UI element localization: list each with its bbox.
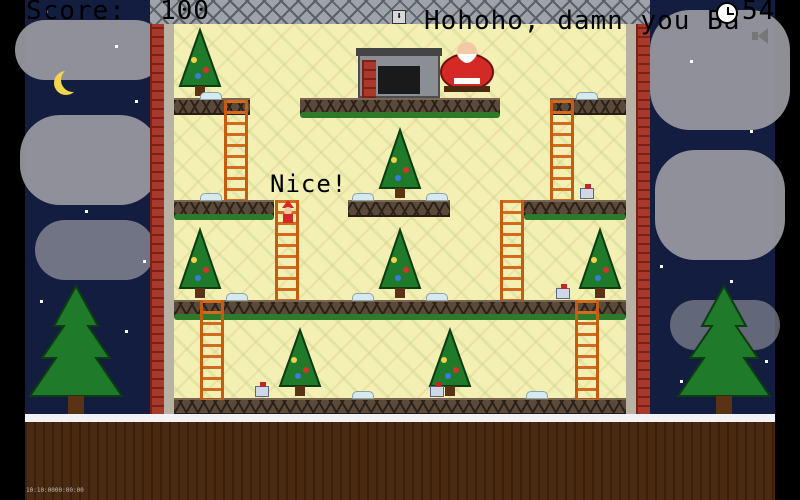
snow-pile [226,293,248,301]
floor-girder-2-mid [348,200,450,217]
crescent-moon-icon [61,68,85,92]
score-value: 100 [160,0,210,26]
christmas-tree [378,226,422,298]
snow-pile [352,193,374,201]
gift-box [255,382,269,397]
cloud [655,150,785,260]
snow-pile [200,193,222,201]
snow-pile [352,391,374,399]
large-pine-tree-left [28,283,124,414]
timer-value: 54 [742,0,776,26]
santa-boss [440,42,494,92]
boss-taunt-message: Hohoho, damn you Ba [424,6,741,36]
large-pine-tree-right [676,283,772,414]
corner-debug-text: 10:10:0000:00:00 [26,487,84,494]
ladder [575,300,599,400]
stone-pillar-left [164,22,174,416]
clock-icon [716,2,738,24]
gift-box [580,184,594,199]
floor-girder-ground [174,398,626,415]
snow-pile [576,92,598,100]
snow-pile [200,92,222,100]
christmas-tree [178,27,222,96]
score-popup-text: Nice! [270,170,348,198]
garland [174,314,626,320]
gift-box [430,382,444,397]
fireplace-chimney [362,60,376,98]
game-stage[interactable]: Nice! Score: 100 ⬇ Hohoho, damn you Ba 5… [0,0,800,500]
ladder [224,100,248,200]
brick-pillar-left [150,22,164,416]
cloud [15,20,165,80]
cloud [20,115,160,205]
gift-box [556,284,570,299]
stone-pillar-right [626,22,636,416]
garland [524,214,626,220]
player-elf [282,200,294,223]
snow-pile [526,391,548,399]
snow-pile [352,293,374,301]
ladder [550,100,574,200]
ladder [200,300,224,400]
speaker-icon[interactable] [752,28,770,44]
brick-pillar-right [636,22,650,416]
christmas-tree [378,126,422,198]
garland [300,112,500,118]
score-label: Score: [26,0,126,26]
ladder [500,200,524,300]
garland [174,214,274,220]
christmas-tree [178,226,222,298]
down-arrow-icon: ⬇ [392,10,406,24]
christmas-tree [578,226,622,298]
dirt-ground [25,416,775,500]
cloud [35,220,155,280]
snow-pile [426,193,448,201]
snow-ground-line [25,414,775,422]
christmas-tree [278,327,322,396]
snow-pile [426,293,448,301]
